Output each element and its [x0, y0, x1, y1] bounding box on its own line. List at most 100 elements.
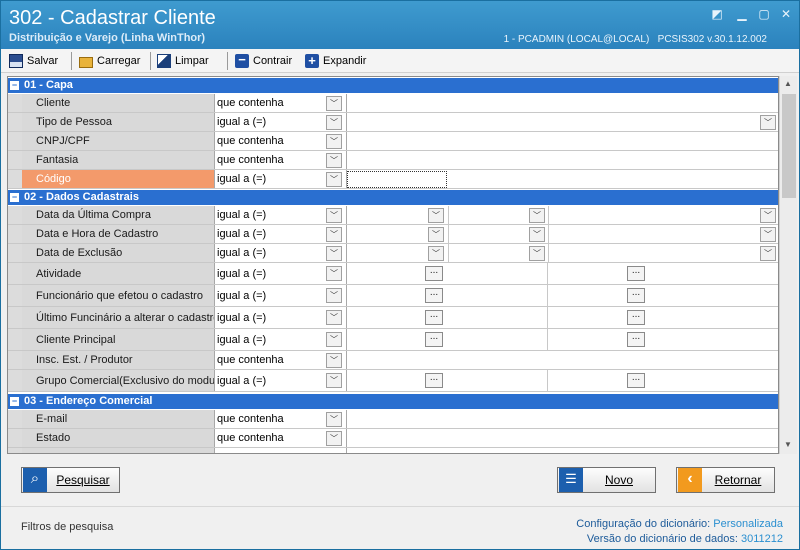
back-arrow-icon: ‹ — [678, 468, 702, 492]
ellipsis-button[interactable]: ... — [425, 332, 443, 347]
search-button[interactable]: ⌕ Pesquisar — [21, 467, 120, 493]
chevron-down-icon[interactable]: ﹀ — [326, 134, 342, 149]
ellipsis-button[interactable]: ... — [425, 288, 443, 303]
chevron-down-icon[interactable]: ﹀ — [529, 208, 545, 223]
vertical-scrollbar[interactable]: ▲ ▼ — [779, 76, 797, 454]
filter-row[interactable]: Tipo de Pessoa igual a (=) ﹀ ﹀ — [8, 113, 778, 132]
filter-row[interactable]: Estado que contenha ﹀ — [8, 429, 778, 448]
chevron-down-icon[interactable]: ﹀ — [326, 246, 342, 261]
ellipsis-button[interactable]: ... — [627, 266, 645, 281]
filter-row[interactable]: CNPJ/CPF que contenha ﹀ — [8, 132, 778, 151]
row-label: Código — [22, 170, 215, 188]
chevron-down-icon[interactable]: ﹀ — [428, 246, 444, 261]
new-button[interactable]: ☰ Novo — [557, 467, 656, 493]
collapse-icon[interactable]: − — [10, 397, 19, 406]
row-label: Funcionário que efetou o cadastro — [22, 285, 215, 306]
filter-row[interactable]: Data de Exclusão igual a (=) ﹀ ﹀ ﹀ ﹀ — [8, 244, 778, 263]
code-input[interactable] — [347, 171, 447, 188]
chevron-down-icon[interactable]: ﹀ — [326, 227, 342, 242]
filter-row[interactable]: Funcionário que efetou o cadastro igual … — [8, 285, 778, 307]
chevron-down-icon[interactable]: ﹀ — [760, 208, 776, 223]
plus-icon: + — [305, 54, 319, 68]
filter-row[interactable]: Último Funcinário a alterar o cadastro i… — [8, 307, 778, 329]
operator-select — [215, 448, 347, 453]
chevron-down-icon[interactable]: ﹀ — [326, 288, 342, 303]
chevron-down-icon[interactable]: ﹀ — [760, 246, 776, 261]
row-label — [22, 448, 215, 453]
expand-button[interactable]: + Expandir — [305, 52, 366, 70]
load-button[interactable]: Carregar — [79, 52, 140, 70]
ellipsis-button[interactable]: ... — [627, 310, 645, 325]
collapse-button[interactable]: − Contrair — [235, 52, 292, 70]
filter-row[interactable]: Fantasia que contenha ﹀ — [8, 151, 778, 170]
code-from-cell[interactable] — [347, 329, 548, 350]
chevron-down-icon[interactable]: ﹀ — [326, 412, 342, 427]
settings-icon[interactable]: ◩ — [709, 7, 725, 21]
chevron-down-icon[interactable]: ﹀ — [760, 227, 776, 242]
collapse-icon[interactable]: − — [10, 193, 19, 202]
chevron-down-icon[interactable]: ﹀ — [326, 332, 342, 347]
ellipsis-button[interactable]: ... — [627, 288, 645, 303]
code-from-cell[interactable] — [347, 307, 548, 328]
chevron-down-icon[interactable]: ﹀ — [326, 266, 342, 281]
row-label: Grupo Comercial(Exclusivo do modulo — [22, 370, 215, 391]
ellipsis-button[interactable]: ... — [425, 266, 443, 281]
chevron-down-icon[interactable]: ﹀ — [326, 172, 342, 187]
group-header-dados-cadastrais[interactable]: −02 - Dados Cadastrais — [8, 190, 778, 205]
chevron-down-icon[interactable]: ﹀ — [428, 227, 444, 242]
dictionary-version: Versão do dicionário de dados: 3011212 — [587, 533, 783, 545]
scroll-up-icon[interactable]: ▲ — [784, 79, 792, 88]
code-from-cell[interactable] — [347, 285, 548, 306]
filter-grid: −01 - Capa Cliente que contenha ﹀ Tipo d… — [7, 76, 779, 454]
save-label: Salvar — [27, 55, 59, 67]
close-icon[interactable]: ✕ — [778, 7, 794, 21]
config-value: Personalizada — [713, 518, 783, 530]
search-label: Pesquisar — [56, 473, 110, 487]
save-button[interactable]: Salvar — [9, 52, 58, 70]
filter-row[interactable]: Data e Hora de Cadastro igual a (=) ﹀ ﹀ … — [8, 225, 778, 244]
row-label: Último Funcinário a alterar o cadastro — [22, 307, 215, 328]
chevron-down-icon[interactable]: ﹀ — [326, 153, 342, 168]
maximize-icon[interactable]: ▢ — [756, 7, 772, 21]
filter-row[interactable]: Código igual a (=) ﹀ — [8, 170, 778, 189]
scroll-down-icon[interactable]: ▼ — [784, 440, 792, 449]
filter-row[interactable]: Grupo Comercial(Exclusivo do modulo igua… — [8, 370, 778, 392]
chevron-down-icon[interactable]: ﹀ — [326, 373, 342, 388]
row-gutter — [8, 410, 22, 428]
code-from-cell[interactable] — [347, 263, 548, 284]
load-label: Carregar — [97, 55, 141, 67]
search-icon: ⌕ — [23, 468, 47, 492]
chevron-down-icon[interactable]: ﹀ — [529, 246, 545, 261]
chevron-down-icon[interactable]: ﹀ — [326, 431, 342, 446]
filter-row[interactable]: Cliente Principal igual a (=) ﹀ ... ... — [8, 329, 778, 351]
filter-row[interactable]: Atividade igual a (=) ﹀ ... ... — [8, 263, 778, 285]
filter-row[interactable]: Cliente que contenha ﹀ — [8, 94, 778, 113]
row-label: Cliente Principal — [22, 329, 215, 350]
chevron-down-icon[interactable]: ﹀ — [760, 115, 776, 130]
row-label: E-mail — [22, 410, 215, 428]
toolbar-separator — [150, 52, 151, 70]
scroll-thumb[interactable] — [782, 94, 796, 198]
code-from-cell[interactable] — [347, 370, 548, 391]
minimize-icon[interactable]: ▁ — [734, 7, 750, 21]
chevron-down-icon[interactable]: ﹀ — [529, 227, 545, 242]
ellipsis-button[interactable]: ... — [425, 373, 443, 388]
group-header-capa[interactable]: −01 - Capa — [8, 78, 778, 93]
chevron-down-icon[interactable]: ﹀ — [326, 115, 342, 130]
filter-row[interactable]: E-mail que contenha ﹀ — [8, 410, 778, 429]
group-header-endereco-comercial[interactable]: −03 - Endereço Comercial — [8, 394, 778, 409]
ellipsis-button[interactable]: ... — [627, 373, 645, 388]
clear-button[interactable]: Limpar — [157, 52, 209, 70]
chevron-down-icon[interactable]: ﹀ — [428, 208, 444, 223]
row-gutter — [8, 151, 22, 169]
ellipsis-button[interactable]: ... — [627, 332, 645, 347]
filter-row[interactable]: Data da Última Compra igual a (=) ﹀ ﹀ ﹀ … — [8, 206, 778, 225]
chevron-down-icon[interactable]: ﹀ — [326, 353, 342, 368]
return-button[interactable]: ‹ Retornar — [676, 467, 775, 493]
chevron-down-icon[interactable]: ﹀ — [326, 208, 342, 223]
filter-row[interactable]: Insc. Est. / Produtor que contenha ﹀ — [8, 351, 778, 370]
chevron-down-icon[interactable]: ﹀ — [326, 310, 342, 325]
collapse-icon[interactable]: − — [10, 81, 19, 90]
ellipsis-button[interactable]: ... — [425, 310, 443, 325]
chevron-down-icon[interactable]: ﹀ — [326, 96, 342, 111]
